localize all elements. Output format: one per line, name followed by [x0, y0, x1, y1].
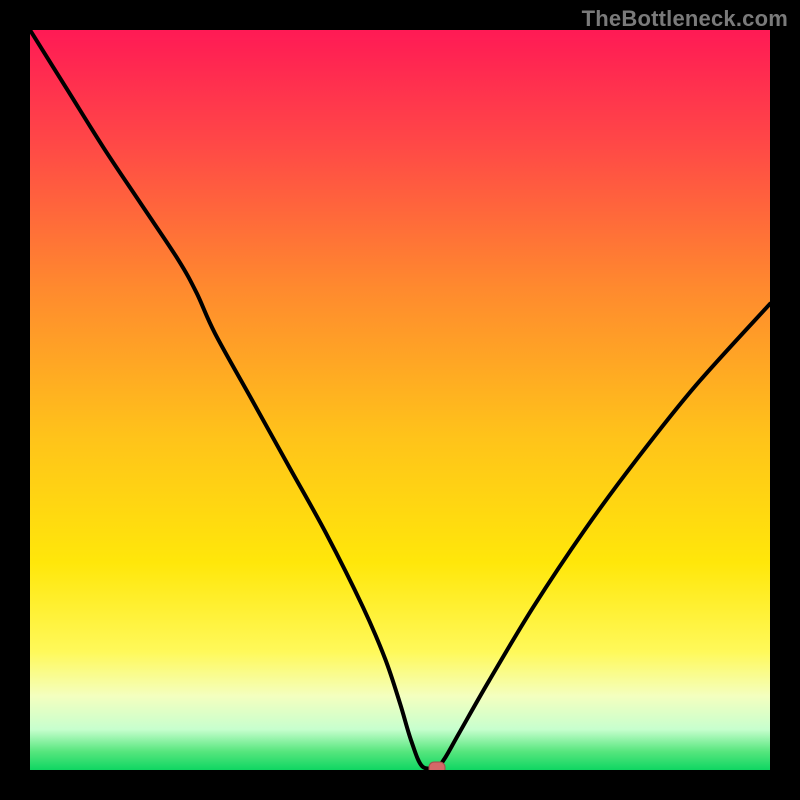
chart-svg [30, 30, 770, 770]
watermark-text: TheBottleneck.com [582, 6, 788, 32]
optimal-marker [429, 762, 445, 770]
heatmap-background [30, 30, 770, 770]
plot-area [30, 30, 770, 770]
chart-frame: TheBottleneck.com [0, 0, 800, 800]
